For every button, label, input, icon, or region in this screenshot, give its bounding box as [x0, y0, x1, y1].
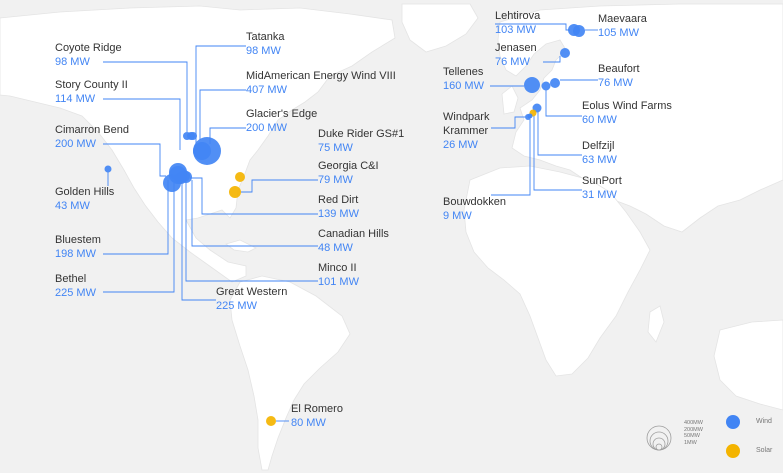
legend-solar-dot	[726, 444, 740, 458]
bubble-jenasen[interactable]	[560, 48, 570, 58]
project-name: Coyote Ridge	[55, 42, 122, 54]
project-name: Golden Hills	[55, 186, 115, 198]
label-midamerican[interactable]: MidAmerican Energy Wind VIII 407 MW	[246, 69, 396, 97]
label-lehtirova[interactable]: Lehtirova 103 MW	[495, 9, 540, 37]
project-name: SunPort	[582, 175, 622, 187]
project-name: Story County II	[55, 79, 128, 91]
project-capacity: 98 MW	[246, 45, 281, 57]
project-name: Canadian Hills	[318, 228, 389, 240]
label-cimarron-bend[interactable]: Cimarron Bend 200 MW	[55, 123, 129, 151]
bubble-maevaara[interactable]	[573, 25, 585, 37]
project-capacity: 76 MW	[495, 56, 530, 68]
project-name: Minco II	[318, 262, 357, 274]
project-name: Glacier's Edge	[246, 108, 318, 120]
project-name: Georgia C&I	[318, 160, 379, 172]
label-bethel[interactable]: Bethel 225 MW	[55, 272, 96, 300]
bubble-eolus[interactable]	[541, 81, 551, 91]
label-red-dirt[interactable]: Red Dirt 139 MW	[318, 193, 359, 221]
project-capacity: 139 MW	[318, 208, 359, 220]
project-capacity: 75 MW	[318, 142, 353, 154]
label-tatanka[interactable]: Tatanka 98 MW	[246, 30, 285, 58]
bubble-georgia-ci[interactable]	[229, 186, 241, 198]
label-jenasen[interactable]: Jenasen 76 MW	[495, 41, 537, 69]
project-capacity: 160 MW	[443, 80, 484, 92]
label-story-county-ii[interactable]: Story County II 114 MW	[55, 78, 128, 106]
project-capacity: 60 MW	[582, 114, 617, 126]
project-capacity: 98 MW	[55, 56, 90, 68]
label-minco-ii[interactable]: Minco II 101 MW	[318, 261, 359, 289]
project-capacity: 105 MW	[598, 27, 639, 39]
label-el-romero[interactable]: El Romero 80 MW	[291, 402, 343, 430]
bubble-tellenes[interactable]	[524, 77, 540, 93]
bubble-bouwdokken[interactable]	[527, 113, 533, 119]
project-name: Duke Rider GS#1	[318, 128, 405, 140]
project-name: Tellenes	[443, 66, 484, 78]
project-name: Jenasen	[495, 42, 537, 54]
project-name: Cimarron Bend	[55, 124, 129, 136]
label-sunport[interactable]: SunPort 31 MW	[582, 174, 622, 202]
legend-wind-dot	[726, 415, 740, 429]
label-tellenes[interactable]: Tellenes 160 MW	[443, 65, 484, 93]
bubble-beaufort[interactable]	[550, 78, 560, 88]
legend-size-1: 1MW	[684, 439, 697, 446]
project-name: Bethel	[55, 273, 87, 285]
project-capacity: 48 MW	[318, 242, 353, 254]
project-name: Bluestem	[55, 234, 101, 246]
project-capacity: 200 MW	[246, 122, 287, 134]
label-windpark-krammer[interactable]: Windpark Krammer 26 MW	[443, 110, 489, 152]
bubble-el-romero[interactable]	[266, 416, 276, 426]
label-golden-hills[interactable]: Golden Hills 43 MW	[55, 185, 114, 213]
bubble-glaciers-edge[interactable]	[193, 142, 211, 160]
bubble-great-western[interactable]	[169, 166, 187, 184]
project-name: Delfzijl	[582, 140, 615, 152]
project-capacity: 198 MW	[55, 248, 96, 260]
label-bouwdokken[interactable]: Bouwdokken 9 MW	[443, 195, 506, 223]
legend-size-400: 400MW	[684, 420, 703, 426]
project-capacity: 26 MW	[443, 139, 478, 151]
project-capacity: 225 MW	[55, 287, 96, 299]
label-georgia-ci[interactable]: Georgia C&I 79 MW	[318, 159, 379, 187]
project-name: Krammer	[443, 125, 489, 137]
project-capacity: 80 MW	[291, 417, 326, 429]
legend-solar-label: Solar	[756, 447, 773, 454]
project-name: Maevaara	[598, 13, 647, 25]
label-coyote-ridge[interactable]: Coyote Ridge 98 MW	[55, 41, 122, 69]
project-name: Red Dirt	[318, 194, 359, 206]
project-capacity: 63 MW	[582, 154, 617, 166]
project-name: Beaufort	[598, 63, 640, 75]
project-capacity: 407 MW	[246, 84, 287, 96]
bubble-golden-hills[interactable]	[104, 165, 112, 173]
legend-size-labels: 400MW 200MW 50MW 1MW	[684, 420, 703, 446]
project-capacity: 114 MW	[55, 93, 96, 105]
project-name: Bouwdokken	[443, 196, 506, 208]
label-beaufort[interactable]: Beaufort 76 MW	[598, 62, 640, 90]
project-capacity: 103 MW	[495, 24, 536, 36]
project-capacity: 101 MW	[318, 276, 359, 288]
label-duke-rider[interactable]: Duke Rider GS#1 75 MW	[318, 127, 404, 155]
label-glaciers-edge[interactable]: Glacier's Edge 200 MW	[246, 107, 317, 135]
legend-wind-label: Wind	[756, 418, 772, 425]
project-capacity: 79 MW	[318, 174, 353, 186]
bubble-duke-rider[interactable]	[235, 172, 245, 182]
project-name: Lehtirova	[495, 10, 541, 22]
project-capacity: 76 MW	[598, 77, 633, 89]
label-delfzijl[interactable]: Delfzijl 63 MW	[582, 139, 617, 167]
project-name: Windpark	[443, 111, 490, 123]
project-capacity: 43 MW	[55, 200, 90, 212]
project-name: MidAmerican Energy Wind VIII	[246, 70, 396, 82]
label-great-western[interactable]: Great Western 225 MW	[216, 285, 287, 313]
project-capacity: 225 MW	[216, 300, 257, 312]
project-name: Tatanka	[246, 31, 285, 43]
project-capacity: 31 MW	[582, 189, 617, 201]
project-name: Great Western	[216, 286, 288, 298]
project-name: Eolus Wind Farms	[582, 100, 672, 112]
project-capacity: 200 MW	[55, 138, 96, 150]
project-capacity: 9 MW	[443, 210, 472, 222]
label-canadian-hills[interactable]: Canadian Hills 48 MW	[318, 227, 389, 255]
label-eolus[interactable]: Eolus Wind Farms 60 MW	[582, 99, 672, 127]
project-name: El Romero	[291, 403, 343, 415]
label-maevaara[interactable]: Maevaara 105 MW	[598, 12, 647, 40]
label-bluestem[interactable]: Bluestem 198 MW	[55, 233, 101, 261]
bubble-tatanka[interactable]	[187, 132, 195, 140]
